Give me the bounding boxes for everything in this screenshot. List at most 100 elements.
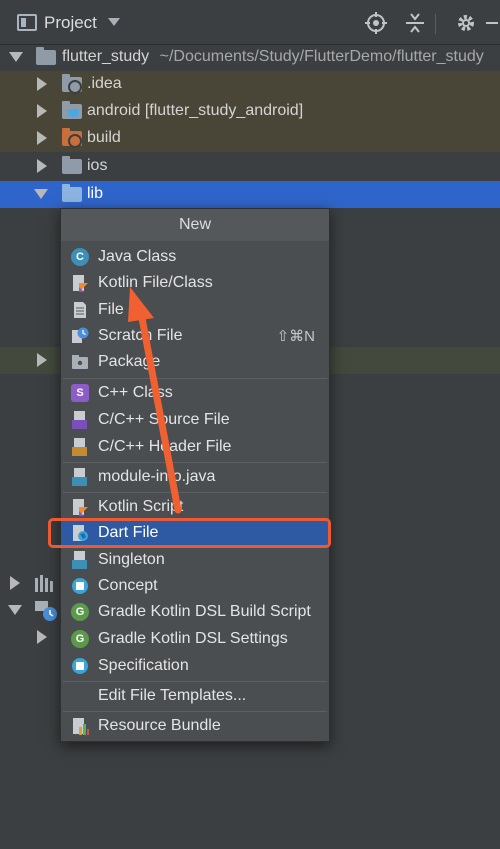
tree-item-label: ios (87, 157, 108, 174)
expand-arrow-icon[interactable] (10, 576, 20, 590)
scratches-icon (35, 601, 57, 621)
menu-item-label: C++ Class (98, 384, 173, 401)
menu-item-cpp-source[interactable]: C/C++ Source File (61, 407, 329, 433)
menu-title: New (61, 209, 329, 241)
shortcut-label: ⇧⌘N (276, 328, 315, 345)
java-file-icon (72, 468, 87, 486)
menu-item-label: Kotlin Script (98, 498, 184, 515)
source-folder-icon (62, 184, 82, 202)
expand-arrow-icon[interactable] (37, 77, 47, 91)
menu-item-resource-bundle[interactable]: Resource Bundle (61, 713, 329, 739)
menu-separator (63, 378, 327, 379)
menu-item-label: Edit File Templates... (98, 687, 247, 704)
menu-item-label: Specification (98, 657, 189, 674)
menu-item-label: Scratch File (98, 327, 183, 344)
project-toolbar: Project (0, 0, 500, 45)
tree-item-label: .idea (87, 75, 122, 92)
menu-item-kotlin-script[interactable]: Kotlin Script (61, 494, 329, 520)
menu-item-label: Kotlin File/Class (98, 274, 213, 291)
menu-item-package[interactable]: Package (61, 349, 329, 375)
project-view-title[interactable]: Project (44, 13, 97, 33)
menu-item-concept[interactable]: Concept (61, 573, 329, 599)
locate-icon[interactable] (365, 12, 387, 34)
expand-arrow-icon[interactable] (37, 131, 47, 145)
menu-item-kotlin-class[interactable]: Kotlin File/Class (61, 270, 329, 296)
menu-item-gradle-settings[interactable]: G Gradle Kotlin DSL Settings (61, 626, 329, 652)
kotlin-script-icon (73, 499, 88, 516)
expand-arrow-icon[interactable] (8, 605, 22, 615)
menu-item-edit-templates[interactable]: Edit File Templates... (61, 683, 329, 709)
menu-separator (63, 462, 327, 463)
tree-item-build[interactable]: build (0, 125, 500, 152)
tree-item-label: build (87, 129, 121, 146)
tree-item-ios[interactable]: ios (0, 153, 500, 180)
menu-separator (63, 711, 327, 712)
file-icon (74, 302, 86, 318)
collapse-all-icon[interactable] (404, 12, 426, 34)
kotlin-file-icon (73, 275, 88, 292)
resource-bundle-icon (73, 718, 89, 735)
cpp-header-icon (72, 438, 87, 456)
gradle-icon: G (71, 603, 89, 621)
menu-separator (63, 492, 327, 493)
toolbar-divider (435, 14, 436, 34)
tree-item-lib[interactable]: lib (0, 181, 500, 208)
menu-item-label: Java Class (98, 248, 177, 265)
menu-item-label: Package (98, 353, 161, 370)
folder-icon (62, 156, 82, 174)
tree-item-idea[interactable]: .idea (0, 71, 500, 98)
menu-item-label: Singleton (98, 551, 165, 568)
menu-item-label: File (98, 301, 124, 318)
root-name: flutter_study (62, 48, 150, 65)
expand-arrow-icon[interactable] (37, 159, 47, 173)
cpp-source-icon (72, 411, 87, 429)
gear-icon[interactable] (455, 12, 477, 34)
menu-item-file[interactable]: File (61, 297, 329, 323)
tree-item-label: android [flutter_study_android] (87, 102, 304, 119)
menu-item-label: Gradle Kotlin DSL Settings (98, 630, 288, 647)
menu-item-gradle-build[interactable]: G Gradle Kotlin DSL Build Script (61, 599, 329, 625)
chevron-down-icon[interactable] (108, 18, 120, 26)
menu-item-label: Concept (98, 577, 158, 594)
concept-icon (72, 578, 88, 594)
new-submenu: New C Java Class Kotlin File/Class File … (60, 208, 330, 742)
root-path: ~/Documents/Study/FlutterDemo/flutter_st… (159, 48, 484, 65)
libraries-icon (35, 575, 53, 592)
menu-item-module-info[interactable]: module-info.java (61, 464, 329, 490)
java-class-icon: C (71, 248, 89, 266)
menu-item-scratch-file[interactable]: Scratch File ⇧⌘N (61, 323, 329, 349)
module-folder-icon (36, 47, 56, 65)
menu-item-label: module-info.java (98, 468, 216, 485)
menu-item-label: C/C++ Header File (98, 438, 232, 455)
menu-item-cpp-class[interactable]: S C++ Class (61, 380, 329, 406)
folder-icon (62, 74, 82, 94)
gradle-icon: G (71, 630, 89, 648)
menu-separator (63, 681, 327, 682)
expand-arrow-icon[interactable] (34, 189, 48, 199)
excluded-folder-icon (62, 128, 82, 148)
package-icon (72, 355, 88, 369)
menu-item-cpp-header[interactable]: C/C++ Header File (61, 434, 329, 460)
menu-item-specification[interactable]: Specification (61, 653, 329, 679)
singleton-icon (72, 551, 87, 569)
hide-panel-icon[interactable] (484, 12, 498, 34)
tree-item-label: lib (87, 185, 104, 202)
menu-item-label: Resource Bundle (98, 717, 221, 734)
scratch-file-icon (72, 327, 89, 343)
menu-item-singleton[interactable]: Singleton (61, 547, 329, 573)
expand-arrow-icon[interactable] (37, 353, 47, 367)
tree-item-root-label: flutter_study ~/Documents/Study/FlutterD… (62, 48, 484, 66)
cpp-class-icon: S (71, 384, 89, 402)
project-view-icon[interactable] (17, 14, 37, 31)
tree-item-android[interactable]: android [flutter_study_android] (0, 98, 500, 125)
expand-arrow-icon[interactable] (9, 52, 23, 62)
tree-item-root[interactable]: flutter_study ~/Documents/Study/FlutterD… (0, 44, 500, 71)
annotation-highlight-box (48, 518, 331, 548)
specification-icon (72, 658, 88, 674)
expand-arrow-icon[interactable] (37, 104, 47, 118)
menu-item-label: C/C++ Source File (98, 411, 230, 428)
folder-icon (62, 101, 82, 119)
menu-item-java-class[interactable]: C Java Class (61, 244, 329, 270)
expand-arrow-icon[interactable] (37, 630, 47, 644)
menu-item-label: Gradle Kotlin DSL Build Script (98, 603, 311, 620)
